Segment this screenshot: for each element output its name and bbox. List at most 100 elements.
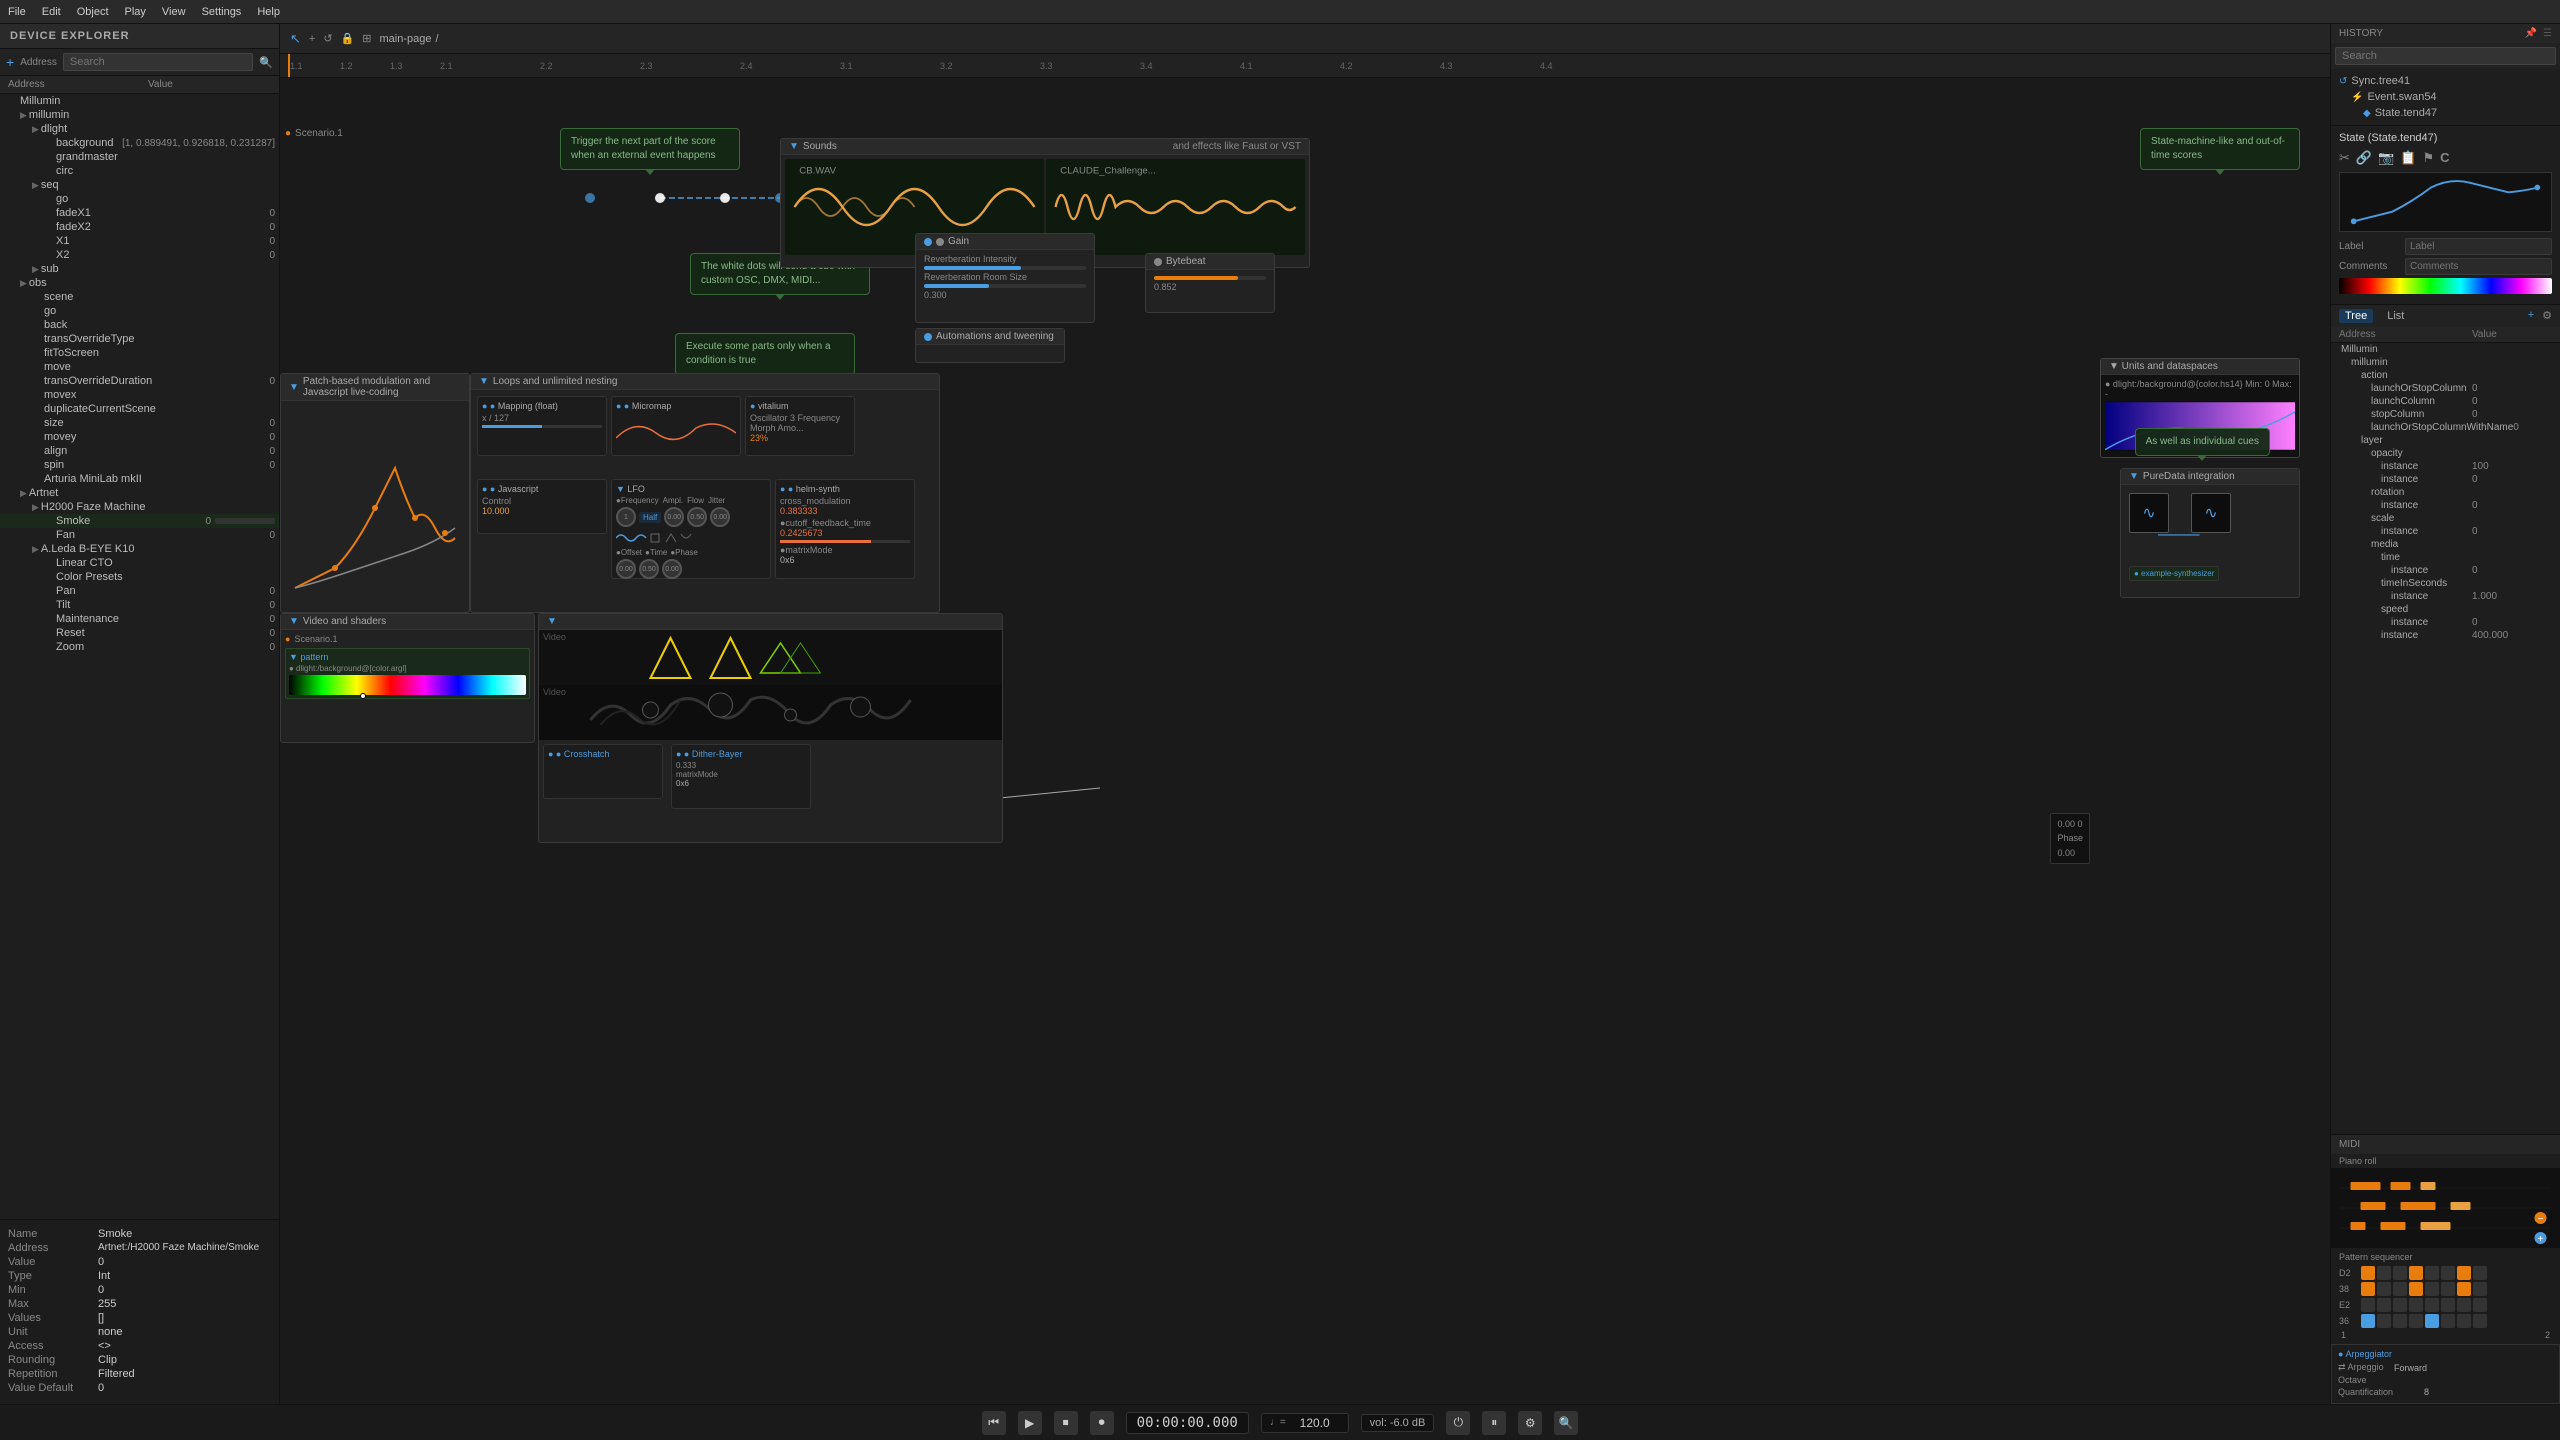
seq-cell[interactable] <box>2441 1266 2455 1280</box>
seq-cell[interactable] <box>2457 1314 2471 1328</box>
tree-item[interactable]: Maintenance 0 <box>0 612 279 626</box>
seq-cell[interactable] <box>2425 1282 2439 1296</box>
tree-item[interactable]: go <box>0 304 279 318</box>
addr-row[interactable]: rotation <box>2331 486 2560 499</box>
tree-item[interactable]: Reset 0 <box>0 626 279 640</box>
addr-row[interactable]: opacity <box>2331 447 2560 460</box>
addr-row[interactable]: layer <box>2331 434 2560 447</box>
tree-item[interactable]: Tilt 0 <box>0 598 279 612</box>
tree-item[interactable]: transOverrideType <box>0 332 279 346</box>
addr-row[interactable]: media <box>2331 538 2560 551</box>
seq-cell[interactable] <box>2409 1282 2423 1296</box>
select-tool-icon[interactable]: ↖ <box>290 31 301 47</box>
tree-item[interactable]: back <box>0 318 279 332</box>
tree-item[interactable]: duplicateCurrentScene <box>0 402 279 416</box>
addr-row[interactable]: instance 0 <box>2331 499 2560 512</box>
tree-item[interactable]: go <box>0 192 279 206</box>
video-block[interactable]: ▼ Video <box>538 613 1003 843</box>
tree-item[interactable]: movey 0 <box>0 430 279 444</box>
history-search-input[interactable] <box>2335 47 2556 65</box>
lfo-ampl-knob[interactable]: 0.00 <box>664 507 684 527</box>
breadcrumb-main[interactable]: main-page <box>379 33 431 45</box>
tree-item[interactable]: ▶ Artnet <box>0 486 279 500</box>
seq-cell[interactable] <box>2377 1314 2391 1328</box>
addr-row[interactable]: speed <box>2331 603 2560 616</box>
lfo-jitter-knob[interactable]: 0.00 <box>710 507 730 527</box>
mapping-node[interactable]: ● ● Mapping (float) x / 127 <box>477 396 607 456</box>
power-button[interactable]: ⏻ <box>1446 1411 1470 1435</box>
state-cut-icon[interactable]: ✂ <box>2339 150 2350 166</box>
stop-button[interactable]: ⏹ <box>1054 1411 1078 1435</box>
tree-toggle-btn[interactable]: Tree <box>2339 309 2373 323</box>
tree-item[interactable]: fadeX2 0 <box>0 220 279 234</box>
seq-cell[interactable] <box>2377 1298 2391 1312</box>
rewind-button[interactable]: ⏮ <box>982 1411 1006 1435</box>
addr-row[interactable]: instance 0 <box>2331 616 2560 629</box>
seq-cell[interactable] <box>2425 1298 2439 1312</box>
play-button[interactable]: ▶ <box>1018 1411 1042 1435</box>
lfo-time-knob[interactable]: 0.50 <box>639 559 659 579</box>
seq-cell[interactable] <box>2425 1314 2439 1328</box>
tree-item[interactable]: Pan 0 <box>0 584 279 598</box>
addr-tree-add-icon[interactable]: + <box>2528 309 2534 323</box>
automations-block[interactable]: ▼ Patch-based modulation and Javascript … <box>280 373 470 613</box>
lfo-phase-knob[interactable]: 0.00 <box>662 559 682 579</box>
tree-item[interactable]: X2 0 <box>0 248 279 262</box>
seq-cell[interactable] <box>2409 1314 2423 1328</box>
state-link-icon[interactable]: 🔗 <box>2356 150 2372 166</box>
tree-item[interactable]: X1 0 <box>0 234 279 248</box>
lfo-node[interactable]: ▼ LFO ●FrequencyAmpl.FlowJitter 1 Half 0… <box>611 479 771 579</box>
addr-row[interactable]: stopColumn 0 <box>2331 408 2560 421</box>
seq-cell[interactable] <box>2393 1266 2407 1280</box>
seq-cell[interactable] <box>2377 1282 2391 1296</box>
seq-cell[interactable] <box>2361 1314 2375 1328</box>
helmsynth-node[interactable]: ● ● helm-synth cross_modulation 0.383333… <box>775 479 915 579</box>
tree-item[interactable]: ▶ millumin <box>0 108 279 122</box>
tree-item[interactable]: Color Presets <box>0 570 279 584</box>
bpm-input[interactable] <box>1290 1416 1340 1430</box>
state-copy-icon[interactable]: 📋 <box>2400 150 2416 166</box>
addr-row[interactable]: instance 0 <box>2331 525 2560 538</box>
add-device-icon[interactable]: + <box>6 54 14 70</box>
seq-cell[interactable] <box>2441 1298 2455 1312</box>
seq-cell[interactable] <box>2457 1298 2471 1312</box>
seq-cell[interactable] <box>2393 1298 2407 1312</box>
addr-row[interactable]: instance 0 <box>2331 473 2560 486</box>
puredata-block[interactable]: ▼ PureData integration ∿ ∿ ● example-syn… <box>2120 468 2300 598</box>
addr-row[interactable]: launchOrStopColumnWithName 0 <box>2331 421 2560 434</box>
tree-item[interactable]: ▶ H2000 Faze Machine <box>0 500 279 514</box>
seq-cell[interactable] <box>2425 1266 2439 1280</box>
tree-item[interactable]: ▶ seq <box>0 178 279 192</box>
menu-view[interactable]: View <box>162 6 186 18</box>
lfo-offset-knob[interactable]: 0.00 <box>616 559 636 579</box>
seq-cell[interactable] <box>2473 1314 2487 1328</box>
seq-cell[interactable] <box>2457 1266 2471 1280</box>
history-item-sync[interactable]: ↺ Sync.tree41 <box>2339 73 2552 89</box>
addr-row[interactable]: action <box>2331 369 2560 382</box>
history-item-event[interactable]: ⚡ Event.swan54 <box>2339 89 2552 105</box>
tree-item[interactable]: circ <box>0 164 279 178</box>
expand-icon[interactable]: ⊞ <box>362 32 371 45</box>
tree-item[interactable]: fadeX1 0 <box>0 206 279 220</box>
midi-piano-roll[interactable]: + − <box>2331 1168 2560 1248</box>
history-menu-icon[interactable]: ☰ <box>2543 28 2552 39</box>
seq-cell[interactable] <box>2361 1266 2375 1280</box>
loop-icon[interactable]: ↺ <box>323 32 332 45</box>
seq-cell[interactable] <box>2457 1282 2471 1296</box>
seq-cell[interactable] <box>2377 1266 2391 1280</box>
search-icon[interactable]: 🔍 <box>259 56 273 69</box>
seq-cell[interactable] <box>2409 1266 2423 1280</box>
modulation-block[interactable]: ▼ Loops and unlimited nesting ● ● Mappin… <box>470 373 940 613</box>
tree-item[interactable]: spin 0 <box>0 458 279 472</box>
seq-cell[interactable] <box>2361 1282 2375 1296</box>
gain-block[interactable]: Bytebeat 0.852 <box>1145 253 1275 313</box>
menu-file[interactable]: File <box>8 6 26 18</box>
add-icon[interactable]: + <box>309 33 315 45</box>
tree-item[interactable]: Fan 0 <box>0 528 279 542</box>
menu-object[interactable]: Object <box>77 6 109 18</box>
bytebeat-block[interactable]: Automations and tweening <box>915 328 1065 363</box>
micromap-node[interactable]: ● ● Micromap <box>611 396 741 456</box>
lfo-freq-knob[interactable]: 1 <box>616 507 636 527</box>
list-toggle-btn[interactable]: List <box>2381 309 2410 323</box>
lock-icon[interactable]: 🔒 <box>341 32 355 45</box>
